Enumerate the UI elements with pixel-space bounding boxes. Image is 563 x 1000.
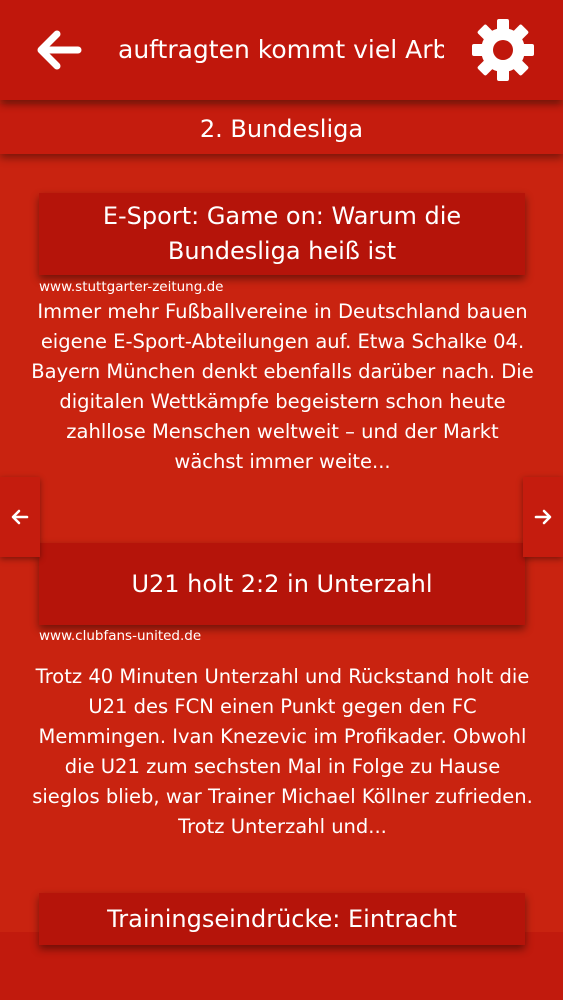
gear-icon (472, 19, 534, 81)
section-title: 2. Bundesliga (199, 115, 364, 143)
next-page-button[interactable] (523, 477, 563, 557)
article-title-card[interactable]: Trainingseindrücke: Eintracht (39, 893, 525, 945)
article-source[interactable]: www.stuttgarter-zeitung.de (39, 279, 223, 295)
arrow-right-small-icon (534, 509, 552, 525)
article-title-card[interactable]: U21 holt 2:2 in Unterzahl (39, 543, 525, 625)
section-title-bar: 2. Bundesliga (0, 104, 563, 154)
previous-page-button[interactable] (0, 477, 40, 557)
arrow-left-small-icon (11, 509, 29, 525)
back-button[interactable] (30, 22, 86, 78)
article-source[interactable]: www.clubfans-united.de (39, 628, 201, 644)
article-title: E-Sport: Game on: Warum die Bundesliga h… (102, 202, 462, 265)
article-title-card[interactable]: E-Sport: Game on: Warum die Bundesliga h… (39, 193, 525, 275)
article-title: Trainingseindrücke: Eintracht (107, 905, 457, 933)
article-summary: Immer mehr Fußballvereine in Deutschland… (31, 300, 534, 473)
top-bar: auftragten kommt viel Arbeit zu (0, 0, 563, 100)
scrolling-headline: auftragten kommt viel Arbeit zu (118, 28, 444, 72)
article-title: U21 holt 2:2 in Unterzahl (131, 570, 433, 598)
arrow-left-icon (37, 30, 82, 70)
scrolling-headline-text: auftragten kommt viel Arbeit zu (118, 35, 444, 64)
article-summary: Trotz 40 Minuten Unterzahl und Rückstand… (32, 665, 533, 838)
settings-button[interactable] (470, 17, 536, 83)
news-screen: auftragten kommt viel Arbeit zu (0, 0, 563, 1000)
